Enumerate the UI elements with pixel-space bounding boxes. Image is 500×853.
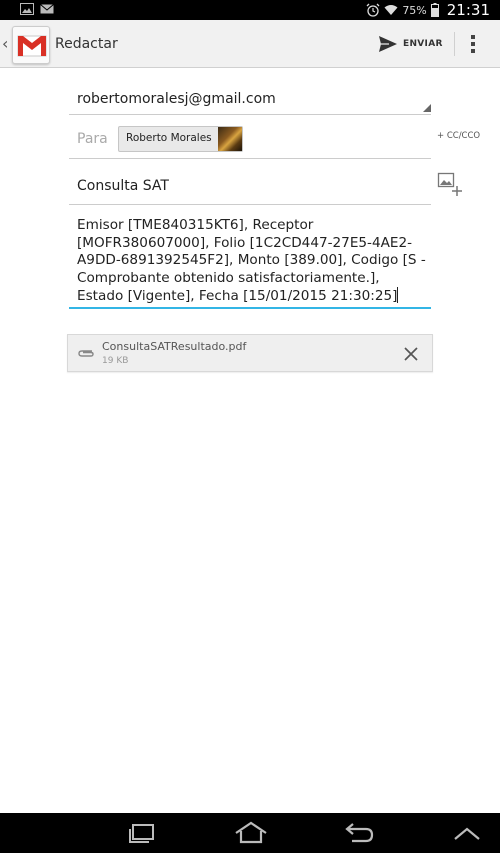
battery-percent: 75% — [402, 3, 427, 17]
mail-icon — [40, 4, 54, 14]
clock: 21:31 — [446, 1, 490, 19]
recipient-chip[interactable]: Roberto Morales — [118, 126, 243, 152]
subject-field[interactable]: Consulta SAT — [69, 166, 431, 205]
battery-icon — [430, 3, 439, 17]
recipient-name: Roberto Morales — [126, 132, 212, 144]
page-title: Redactar — [55, 36, 118, 52]
attachment-card[interactable]: ConsultaSATResultado.pdf 19 KB — [67, 334, 433, 372]
back-icon[interactable] — [344, 821, 374, 845]
add-cc-bcc-button[interactable]: + CC/CCO — [437, 131, 480, 141]
back-chevron-icon[interactable]: ‹ — [2, 34, 8, 53]
gmail-logo-icon[interactable] — [12, 26, 50, 64]
recent-apps-icon[interactable] — [127, 821, 157, 845]
close-icon[interactable] — [404, 347, 418, 361]
attachment-name: ConsultaSATResultado.pdf — [102, 340, 247, 353]
gallery-icon — [20, 3, 34, 15]
send-button[interactable]: ENVIAR — [378, 32, 443, 56]
text-caret — [397, 287, 399, 303]
navigation-bar — [0, 813, 500, 853]
message-body: Emisor [TME840315KT6], Receptor [MOFR380… — [77, 217, 431, 304]
to-field[interactable]: Para Roberto Morales — [69, 118, 431, 159]
overflow-menu-icon[interactable] — [466, 32, 480, 56]
alarm-icon — [366, 3, 380, 17]
send-label: ENVIAR — [403, 39, 443, 49]
attach-image-icon[interactable] — [437, 172, 463, 198]
to-label: Para — [77, 131, 108, 147]
spinner-arrow-icon — [423, 104, 431, 112]
message-body-field[interactable]: Emisor [TME840315KT6], Receptor [MOFR380… — [69, 213, 431, 309]
send-icon — [379, 36, 397, 52]
chevron-up-icon[interactable] — [453, 821, 481, 845]
home-icon[interactable] — [233, 821, 269, 845]
wifi-icon — [384, 5, 398, 15]
subject-value: Consulta SAT — [77, 178, 169, 194]
from-account-spinner[interactable]: robertomoralesj@gmail.com — [69, 80, 431, 115]
from-account: robertomoralesj@gmail.com — [77, 91, 276, 107]
paperclip-icon — [78, 350, 94, 357]
attachment-size: 19 KB — [102, 356, 129, 366]
avatar — [218, 127, 242, 151]
status-bar: 75% 21:31 — [0, 0, 500, 20]
action-divider — [454, 32, 455, 56]
action-bar: ‹ Redactar ENVIAR — [0, 20, 500, 68]
